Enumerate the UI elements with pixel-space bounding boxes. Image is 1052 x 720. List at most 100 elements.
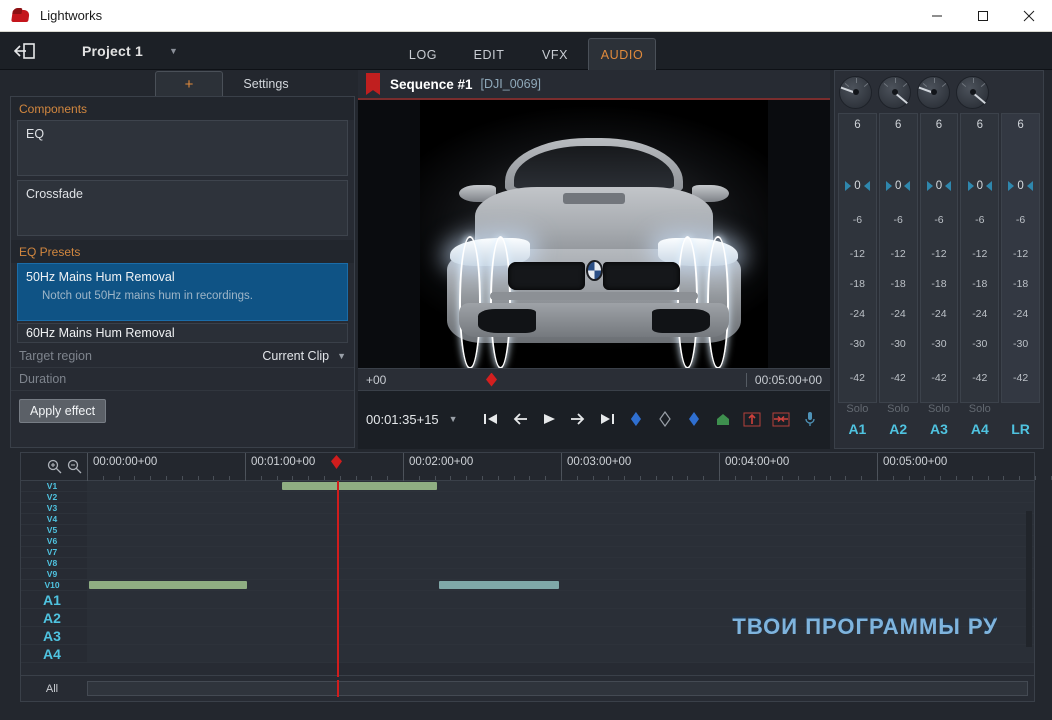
track-row-v6[interactable]: V6 [21, 536, 1034, 547]
fader-strip-a2[interactable]: 6 0 -6 -12 -18 -24 -30 -42 [879, 113, 918, 403]
fader-strip-a1[interactable]: 6 0 -6 -12 -18 -24 -30 -42 [838, 113, 877, 403]
fader-value-row[interactable]: 0 [921, 180, 958, 192]
tab-audio[interactable]: AUDIO [588, 38, 656, 70]
preset-item-50hz[interactable]: 50Hz Mains Hum Removal Notch out 50Hz ma… [17, 263, 348, 321]
pan-left-arrow-icon[interactable] [845, 181, 851, 191]
mark-in-icon[interactable] [627, 410, 645, 428]
fader-strip-a4[interactable]: 6 0 -6 -12 -18 -24 -30 -42 [960, 113, 999, 403]
target-region-row[interactable]: Target region Current Clip ▼ [11, 345, 354, 368]
tab-vfx[interactable]: VFX [522, 40, 588, 70]
scrub-playhead-icon[interactable] [486, 373, 497, 387]
step-forward-icon[interactable] [569, 410, 587, 428]
track-label-a3[interactable]: A3 [21, 627, 83, 645]
tab-add-effect[interactable]: + [155, 71, 223, 96]
channel-label-a3[interactable]: A3 [920, 421, 959, 447]
track-label-a2[interactable]: A2 [21, 609, 83, 627]
skip-to-end-icon[interactable] [598, 410, 616, 428]
replace-icon[interactable] [772, 410, 790, 428]
solo-button-a4[interactable]: Solo [960, 403, 999, 421]
track-lane[interactable] [87, 492, 1034, 502]
chevron-down-icon[interactable]: ▼ [169, 46, 178, 56]
fader-value-row[interactable]: 0 [880, 180, 917, 192]
track-row-a4[interactable]: A4 [21, 645, 1034, 663]
track-label-v9[interactable]: V9 [21, 569, 83, 580]
track-lane[interactable] [87, 569, 1034, 579]
track-row-v1[interactable]: V1 [21, 481, 1034, 492]
solo-button-a3[interactable]: Solo [920, 403, 959, 421]
exit-arrow-icon[interactable] [12, 40, 38, 62]
mark-out-icon[interactable] [685, 410, 703, 428]
fader-value-row[interactable]: 0 [839, 180, 876, 192]
track-row-a1[interactable]: A1 [21, 591, 1034, 609]
track-lane[interactable] [87, 525, 1034, 535]
current-timecode[interactable]: 00:01:35+15 [366, 412, 439, 427]
preset-item-60hz[interactable]: 60Hz Mains Hum Removal [17, 323, 348, 343]
solo-button-a1[interactable]: Solo [838, 403, 877, 421]
fader-value-row[interactable]: 0 [1002, 180, 1039, 192]
all-tracks-lane[interactable] [87, 681, 1028, 696]
track-lane[interactable] [87, 580, 1034, 590]
video-frame-car[interactable] [420, 100, 768, 368]
track-row-v8[interactable]: V8 [21, 558, 1034, 569]
pan-right-arrow-icon[interactable] [945, 181, 951, 191]
skip-to-start-icon[interactable] [482, 410, 500, 428]
viewer-scrubber[interactable]: +00 00:05:00+00 [358, 368, 830, 391]
mark-clear-icon[interactable] [656, 410, 674, 428]
track-label-v6[interactable]: V6 [21, 536, 83, 547]
track-row-v4[interactable]: V4 [21, 514, 1034, 525]
component-item-crossfade[interactable]: Crossfade [17, 180, 348, 236]
maximize-icon[interactable] [960, 0, 1006, 32]
track-label-a4[interactable]: A4 [21, 645, 83, 663]
project-name[interactable]: Project 1 [82, 43, 143, 59]
all-tracks-row[interactable]: All [21, 675, 1034, 701]
zoom-in-icon[interactable] [47, 459, 62, 474]
track-label-v7[interactable]: V7 [21, 547, 83, 558]
pan-knob-icon[interactable] [917, 76, 950, 109]
duration-row[interactable]: Duration [11, 368, 354, 391]
insert-icon[interactable] [743, 410, 761, 428]
track-label-v2[interactable]: V2 [21, 492, 83, 503]
chevron-down-icon[interactable]: ▼ [337, 351, 346, 361]
track-label-v1[interactable]: V1 [21, 481, 83, 492]
fader-value-row[interactable]: 0 [961, 180, 998, 192]
track-label-v3[interactable]: V3 [21, 503, 83, 514]
fader-strip-lr[interactable]: 6 0 -6 -12 -18 -24 -30 -42 [1001, 113, 1040, 403]
track-lane[interactable] [87, 481, 1034, 491]
channel-label-lr[interactable]: LR [1001, 421, 1040, 447]
step-back-icon[interactable] [511, 410, 529, 428]
apply-effect-button[interactable]: Apply effect [19, 399, 106, 423]
pan-left-arrow-icon[interactable] [1008, 181, 1014, 191]
tab-settings[interactable]: Settings [223, 72, 309, 96]
chevron-down-icon[interactable]: ▼ [449, 414, 458, 424]
play-icon[interactable] [540, 410, 558, 428]
all-tracks-label[interactable]: All [21, 676, 83, 702]
track-lane[interactable] [87, 514, 1034, 524]
track-label-a1[interactable]: A1 [21, 591, 83, 609]
pan-knob-icon[interactable] [878, 76, 911, 109]
pan-right-arrow-icon[interactable] [864, 181, 870, 191]
channel-label-a4[interactable]: A4 [960, 421, 999, 447]
track-label-v5[interactable]: V5 [21, 525, 83, 536]
clip-v1[interactable] [282, 482, 437, 490]
track-row-v9[interactable]: V9 [21, 569, 1034, 580]
track-lane[interactable] [87, 536, 1034, 546]
channel-label-a2[interactable]: A2 [879, 421, 918, 447]
track-row-v5[interactable]: V5 [21, 525, 1034, 536]
pan-right-arrow-icon[interactable] [986, 181, 992, 191]
track-row-v2[interactable]: V2 [21, 492, 1034, 503]
track-row-v7[interactable]: V7 [21, 547, 1034, 558]
track-row-v3[interactable]: V3 [21, 503, 1034, 514]
clip-v10-a[interactable] [89, 581, 247, 589]
zoom-out-icon[interactable] [67, 459, 82, 474]
channel-label-a1[interactable]: A1 [838, 421, 877, 447]
close-icon[interactable] [1006, 0, 1052, 32]
pan-left-arrow-icon[interactable] [968, 181, 974, 191]
minimize-icon[interactable] [914, 0, 960, 32]
pan-left-arrow-icon[interactable] [886, 181, 892, 191]
track-lane[interactable] [87, 503, 1034, 513]
tab-edit[interactable]: EDIT [456, 40, 522, 70]
track-label-v8[interactable]: V8 [21, 558, 83, 569]
component-item-eq[interactable]: EQ [17, 120, 348, 176]
track-lane[interactable] [87, 547, 1034, 557]
solo-button-a2[interactable]: Solo [879, 403, 918, 421]
